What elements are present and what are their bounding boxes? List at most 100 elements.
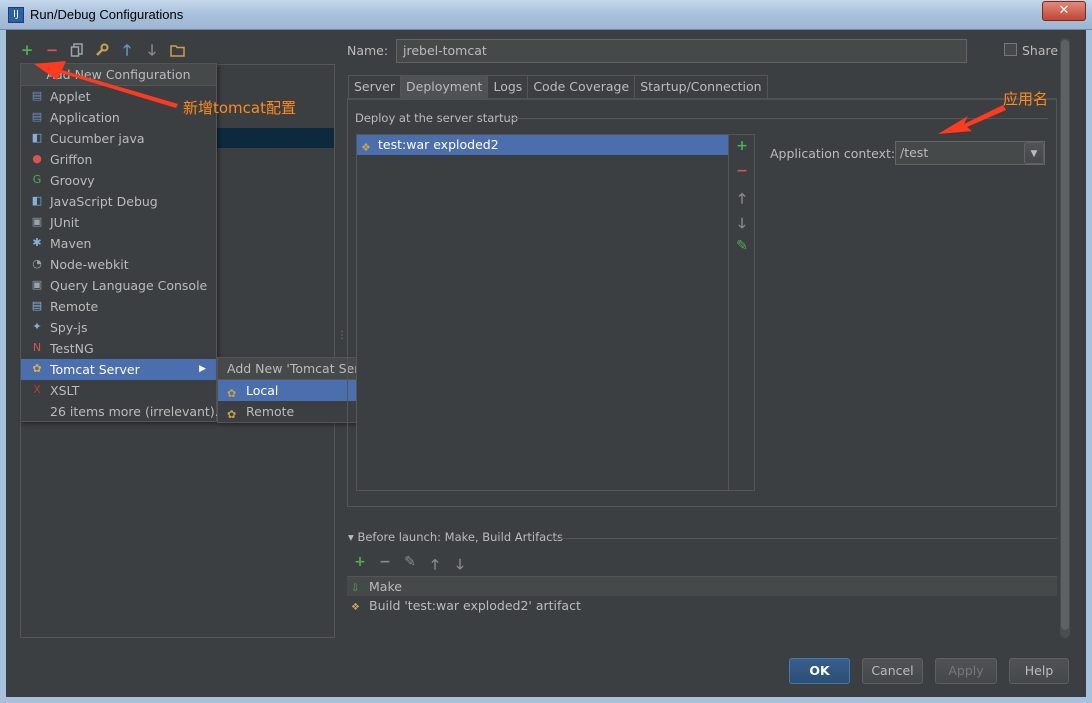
title-bar: IJ Run/Debug Configurations ✕ <box>0 0 1092 30</box>
splitter-handle[interactable]: ⋮ <box>337 330 347 341</box>
popup-item-label: Tomcat Server <box>50 362 140 377</box>
before-launch-list[interactable]: ⇩ Make ❖ Build 'test:war exploded2' arti… <box>347 576 1057 638</box>
add-icon[interactable]: + <box>352 554 368 578</box>
scrollbar-thumb[interactable] <box>1061 40 1069 630</box>
cucumber-icon: ◧ <box>31 131 43 144</box>
maven-icon: ✱ <box>32 236 42 249</box>
tab-logs[interactable]: Logs <box>487 75 529 98</box>
deploy-artifact-list[interactable]: ❖ test:war exploded2 <box>356 134 729 491</box>
window-frame-bottom <box>0 697 1092 703</box>
popup-item-label: JavaScript Debug <box>50 194 158 209</box>
popup-item-label: 26 items more (irrelevant)... <box>50 404 227 419</box>
edit-icon[interactable]: ✎ <box>402 554 418 578</box>
name-label: Name: <box>347 43 389 58</box>
popup-item-label: Cucumber java <box>50 131 145 146</box>
add-icon[interactable]: + <box>18 42 36 58</box>
before-launch-item-label: Make <box>369 579 402 594</box>
move-down-icon[interactable]: 🡓 <box>734 213 750 237</box>
artifact-icon: ❖ <box>351 602 360 613</box>
testng-icon: N <box>32 341 42 354</box>
popup-item-node-webkit[interactable]: ◔ Node-webkit <box>21 254 216 275</box>
ok-button[interactable]: OK <box>789 658 850 684</box>
node-webkit-icon: ◔ <box>32 257 42 270</box>
share-checkbox[interactable] <box>1004 43 1017 56</box>
popup-item-label: Groovy <box>50 173 95 188</box>
popup-item-label: Application <box>50 110 120 125</box>
edit-icon[interactable]: ✎ <box>734 238 750 254</box>
before-launch-toolbar: + − ✎ 🡑 🡓 <box>352 554 468 578</box>
before-launch-title[interactable]: ▾ Before launch: Make, Build Artifacts <box>348 530 563 544</box>
popup-item-javascript-debug[interactable]: ◧ JavaScript Debug <box>21 191 216 212</box>
folder-icon[interactable] <box>168 42 186 58</box>
remove-icon[interactable]: − <box>377 554 393 578</box>
popup-item-tomcat-server[interactable]: ✿ Tomcat Server ▶ <box>21 359 216 380</box>
tab-strip: Server Deployment Logs Code Coverage Sta… <box>348 75 768 98</box>
artifact-icon: ❖ <box>361 141 371 154</box>
popup-item-griffon[interactable]: ● Griffon <box>21 149 216 170</box>
before-launch-item-label: Build 'test:war exploded2' artifact <box>369 598 581 613</box>
query-console-icon: ▣ <box>31 278 43 291</box>
popup-item-label: Spy-js <box>50 320 88 335</box>
move-up-icon[interactable]: 🡑 <box>427 554 443 578</box>
annotation-add-tomcat: 新增tomcat配置 <box>183 99 296 117</box>
tab-startup-connection[interactable]: Startup/Connection <box>634 75 768 98</box>
popup-item-xslt[interactable]: X XSLT <box>21 380 216 401</box>
move-up-icon[interactable]: 🡑 <box>734 188 750 212</box>
copy-icon[interactable] <box>68 42 86 58</box>
applet-icon: ▤ <box>31 89 43 102</box>
left-toolbar: + − 🡑 🡓 <box>18 42 186 58</box>
list-item[interactable]: ⇩ Make <box>347 577 1057 596</box>
tab-server[interactable]: Server <box>348 75 401 98</box>
javascript-debug-icon: ◧ <box>31 194 43 207</box>
popup-item-label: Query Language Console <box>50 278 208 293</box>
deploy-group-title: Deploy at the server startup <box>355 111 519 125</box>
list-item[interactable]: ❖ test:war exploded2 <box>357 135 728 155</box>
tree-selection-row[interactable] <box>216 128 334 148</box>
help-button[interactable]: Help <box>1009 658 1069 684</box>
popup-item-label: Remote <box>50 299 99 314</box>
popup-item-label: Node-webkit <box>50 257 129 272</box>
popup-item-label: Maven <box>50 236 92 251</box>
wrench-icon[interactable] <box>93 42 111 58</box>
share-label: Share <box>1022 43 1059 58</box>
divider <box>508 118 1048 119</box>
popup-item-maven[interactable]: ✱ Maven <box>21 233 216 254</box>
chevron-down-icon[interactable]: ▼ <box>1024 142 1044 164</box>
popup-item-spy-js[interactable]: ✦ Spy-js <box>21 317 216 338</box>
list-item[interactable]: ❖ Build 'test:war exploded2' artifact <box>347 596 1057 615</box>
popup-item-testng[interactable]: N TestNG <box>21 338 216 359</box>
popup-item-cucumber-java[interactable]: ◧ Cucumber java <box>21 128 216 149</box>
add-icon[interactable]: + <box>734 138 750 154</box>
popup-item-label: JUnit <box>50 215 80 230</box>
popup-item-label: XSLT <box>50 383 80 398</box>
window-frame-right <box>1086 30 1092 703</box>
tab-code-coverage[interactable]: Code Coverage <box>527 75 636 98</box>
popup-item-remote[interactable]: ▤ Remote <box>21 296 216 317</box>
popup-item-groovy[interactable]: G Groovy <box>21 170 216 191</box>
popup-item-label: TestNG <box>50 341 94 356</box>
deploy-list-toolbar: + − 🡑 🡓 ✎ <box>729 134 755 491</box>
scrollbar[interactable] <box>1060 38 1070 638</box>
popup-item-query-language-console[interactable]: ▣ Query Language Console <box>21 275 216 296</box>
close-button[interactable]: ✕ <box>1042 1 1086 21</box>
apply-button[interactable]: Apply <box>935 658 997 684</box>
popup-item-junit[interactable]: ▣ JUnit <box>21 212 216 233</box>
application-context-value: /test <box>900 145 929 160</box>
cancel-button[interactable]: Cancel <box>862 658 923 684</box>
remove-icon[interactable]: − <box>43 42 61 58</box>
move-up-icon[interactable]: 🡑 <box>118 42 136 58</box>
popup-item-26-items-more-irrelevant[interactable]: 26 items more (irrelevant)... <box>21 401 227 422</box>
griffon-icon: ● <box>32 152 42 165</box>
xslt-icon: X <box>33 383 41 396</box>
divider <box>552 538 1057 539</box>
remove-icon[interactable]: − <box>734 163 750 179</box>
tab-deployment[interactable]: Deployment <box>400 75 489 98</box>
before-launch-label: Before launch: Make, Build Artifacts <box>357 530 563 544</box>
tomcat-icon: ✿ <box>32 362 42 375</box>
name-input[interactable]: jrebel-tomcat <box>396 39 967 63</box>
popup-item-label: Griffon <box>50 152 93 167</box>
application-context-combo[interactable]: /test ▼ <box>895 141 1045 165</box>
move-down-icon[interactable]: 🡓 <box>452 554 468 578</box>
junit-icon: ▣ <box>31 215 43 228</box>
move-down-icon[interactable]: 🡓 <box>143 42 161 58</box>
